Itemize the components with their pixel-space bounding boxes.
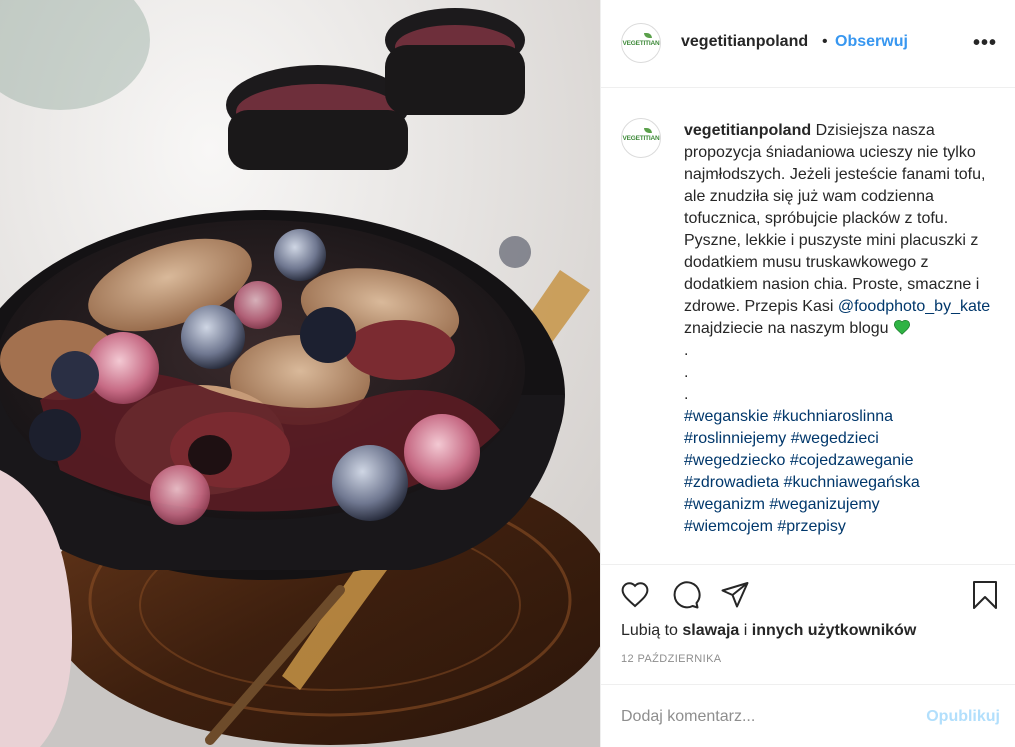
comment-icon[interactable] (669, 579, 701, 611)
author-avatar[interactable]: VEGETITIAN (621, 23, 661, 63)
caption-username[interactable]: vegetitianpoland (684, 122, 811, 139)
post-photo[interactable] (0, 0, 600, 747)
more-options-icon[interactable]: ••• (973, 32, 997, 55)
hashtag-link[interactable]: #roslinniejemy (684, 430, 786, 447)
caption-mention-link[interactable]: @foodphoto_by_kate (838, 298, 990, 315)
likes-summary: Lubią to slawaja i innych użytkowników (621, 622, 916, 640)
avatar-logo-text: VEGETITIAN (622, 39, 660, 47)
caption-dot: . (684, 386, 689, 403)
avatar-logo-text: VEGETITIAN (622, 134, 660, 142)
hashtag-link[interactable]: #przepisy (777, 518, 845, 535)
post-caption: vegetitianpoland Dzisiejsza nasza propoz… (684, 120, 1002, 538)
header-separator: • (822, 33, 828, 50)
caption-dot: . (684, 364, 689, 381)
caption-dot: . (684, 342, 689, 359)
leaf-icon (644, 128, 652, 133)
other-likers-link[interactable]: innych użytkowników (752, 622, 916, 639)
caption-avatar[interactable]: VEGETITIAN (621, 118, 661, 158)
green-heart-icon (894, 319, 911, 335)
hashtag-link[interactable]: #weganskie (684, 408, 769, 425)
hashtag-link[interactable]: #kuchniaroslinna (773, 408, 893, 425)
comment-input[interactable] (621, 703, 921, 731)
post-header: VEGETITIAN vegetitianpoland • Obserwuj •… (601, 0, 1015, 88)
food-photo-illustration (0, 0, 600, 747)
hashtag-link[interactable]: #kuchniawegańska (784, 474, 920, 491)
follow-button[interactable]: Obserwuj (835, 33, 908, 51)
likes-prefix: Lubią to (621, 622, 678, 639)
bookmark-icon[interactable] (969, 579, 1001, 611)
author-username[interactable]: vegetitianpoland (681, 33, 808, 51)
hashtag-link[interactable]: #wegedzieci (791, 430, 879, 447)
hashtag-link[interactable]: #wiemcojem (684, 518, 773, 535)
share-icon[interactable] (719, 579, 751, 611)
post-date[interactable]: 12 PAŹDZIERNIKA (621, 653, 722, 665)
hashtag-link[interactable]: #weganizujemy (769, 496, 879, 513)
post-side-panel: VEGETITIAN vegetitianpoland • Obserwuj •… (600, 0, 1015, 747)
liker-username[interactable]: slawaja (682, 622, 739, 639)
heart-icon[interactable] (619, 579, 651, 611)
hashtag-link[interactable]: #wegedziecko (684, 452, 785, 469)
hashtag-link[interactable]: #zdrowadieta (684, 474, 779, 491)
add-comment-bar: Opublikuj (601, 684, 1015, 747)
caption-text-end: znajdziecie na naszym blogu (684, 320, 889, 337)
caption-text: Dzisiejsza nasza propozycja śniadaniowa … (684, 122, 986, 315)
comments-section[interactable]: VEGETITIAN vegetitianpoland Dzisiejsza n… (601, 89, 1015, 563)
hashtag-link[interactable]: #weganizm (684, 496, 765, 513)
likes-conjunction: i (743, 622, 748, 639)
hashtag-link[interactable]: #cojedzaweganie (790, 452, 914, 469)
publish-button[interactable]: Opublikuj (926, 708, 1000, 726)
leaf-icon (644, 33, 652, 38)
post-actions (601, 564, 1015, 624)
